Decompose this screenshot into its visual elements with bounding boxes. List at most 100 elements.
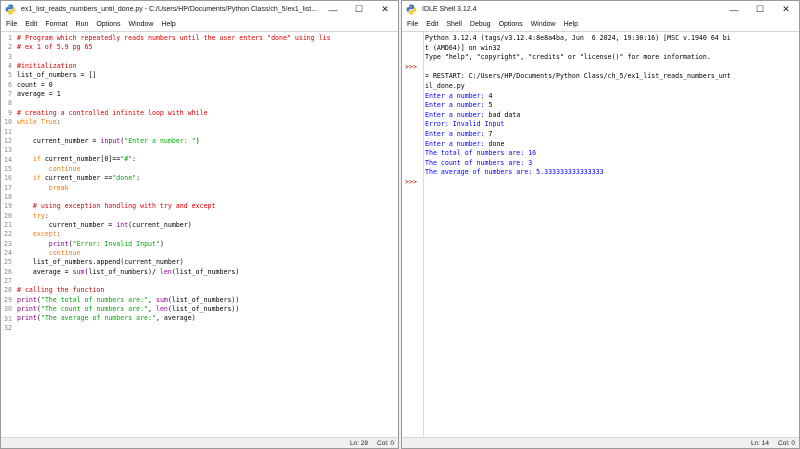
code-line: break	[17, 184, 398, 193]
code-token: :	[56, 230, 61, 239]
minimize-button[interactable]: —	[320, 1, 346, 18]
menu-run[interactable]: Run	[76, 21, 89, 28]
code-token: )	[195, 136, 200, 145]
close-button[interactable]: ✕	[372, 1, 398, 18]
shell-line: = RESTART: C:/Users/HP/Documents/Python …	[425, 72, 799, 82]
code-token: len	[159, 267, 172, 276]
code-line: print("The count of numbers are:", len(l…	[17, 305, 398, 314]
code-token: Enter a number:	[425, 101, 489, 110]
code-line: current_number = input("Enter a number: …	[17, 137, 398, 146]
shell-title: IDLE Shell 3.12.4	[422, 6, 477, 13]
shell-prompt: >>>	[405, 178, 417, 186]
code-token: The count of numbers are: 3	[425, 158, 533, 167]
shell-window[interactable]: IDLE Shell 3.12.4 — ☐ ✕ File Edit Shell …	[401, 0, 800, 449]
code-token: "The count of numbers are:"	[40, 304, 149, 313]
code-line: # Program which repeatedly reads numbers…	[17, 34, 398, 43]
code-token: (list_of_numbers)	[171, 267, 240, 276]
shell-line: t (AMD64)] on win32	[425, 44, 799, 54]
line-number: 31	[4, 314, 12, 323]
menu-window[interactable]: Window	[531, 21, 556, 28]
close-button[interactable]: ✕	[773, 1, 799, 18]
line-number: 18	[4, 192, 12, 201]
code-token: t (AMD64)] on win32	[425, 43, 501, 52]
maximize-button[interactable]: ☐	[346, 1, 372, 18]
code-token: Enter a number:	[425, 139, 489, 148]
menu-help[interactable]: Help	[161, 21, 175, 28]
code-token: int	[116, 220, 129, 229]
code-token: , average)	[155, 314, 196, 323]
code-token: print	[17, 304, 37, 313]
line-number: 5	[8, 71, 12, 80]
code-token: average = 1	[17, 90, 61, 99]
line-number: 3	[8, 52, 12, 61]
menu-help[interactable]: Help	[564, 21, 578, 28]
editor-window[interactable]: ex1_list_reads_numbers_until_done.py - C…	[0, 0, 399, 449]
minimize-button[interactable]: —	[721, 1, 747, 18]
code-line: if current_number[0]=="#":	[17, 155, 398, 164]
code-token: count = 0	[17, 80, 53, 89]
line-number: 28	[4, 286, 12, 295]
code-token: )	[159, 239, 164, 248]
line-number: 12	[4, 136, 12, 145]
code-token: current_number =	[17, 220, 117, 229]
code-token: :	[132, 155, 137, 164]
shell-titlebar[interactable]: IDLE Shell 3.12.4 — ☐ ✕	[402, 1, 799, 18]
code-token: "done"	[112, 174, 137, 183]
code-token: "Error: Invalid Input"	[72, 239, 160, 248]
line-number: 8	[8, 99, 12, 108]
maximize-button[interactable]: ☐	[747, 1, 773, 18]
menu-window[interactable]: Window	[128, 21, 153, 28]
code-line: print("Error: Invalid Input")	[17, 240, 398, 249]
code-token: True	[40, 118, 57, 127]
line-number-gutter: 1 2 3 4 5 6 7 8 9 10 11 12 13 14 15 16 17 18 19 20 21 22 23 24 2…	[1, 32, 14, 437]
menu-options[interactable]: Options	[499, 21, 523, 28]
prompt-gutter: >>> >>>	[402, 32, 424, 437]
line-number: 23	[4, 239, 12, 248]
editor-content[interactable]: 1 2 3 4 5 6 7 8 9 10 11 12 13 14 15 16 17 18 19 20 21 22 23 24 2…	[1, 31, 398, 437]
code-token: while	[17, 118, 37, 127]
code-token: print	[48, 239, 69, 248]
code-token: Enter a number:	[425, 129, 489, 138]
code-token: Type "help", "copyright", "credits" or "…	[425, 53, 711, 62]
editor-statusbar: Ln: 28 Col: 0	[1, 437, 398, 448]
line-number: 19	[4, 202, 12, 211]
python-file-icon	[5, 4, 16, 15]
code-token: "The total of numbers are:"	[40, 295, 149, 304]
shell-line: The count of numbers are: 3	[425, 159, 799, 169]
code-token: 7	[488, 129, 493, 138]
code-editor[interactable]: # Program which repeatedly reads numbers…	[17, 34, 398, 333]
shell-output[interactable]: Python 3.12.4 (tags/v3.12.4:8e8a4ba, Jun…	[425, 34, 799, 188]
line-number: 11	[4, 127, 12, 136]
menu-edit[interactable]: Edit	[25, 21, 37, 28]
menu-format[interactable]: Format	[45, 21, 67, 28]
menu-shell[interactable]: Shell	[446, 21, 462, 28]
code-token: Error: Invalid Input	[425, 120, 505, 129]
menu-file[interactable]: File	[6, 21, 17, 28]
line-number: 14	[4, 155, 12, 164]
editor-title: ex1_list_reads_numbers_until_done.py - C…	[21, 6, 320, 13]
editor-titlebar[interactable]: ex1_list_reads_numbers_until_done.py - C…	[1, 1, 398, 18]
cursor-line: Ln: 14	[750, 439, 770, 447]
menu-options[interactable]: Options	[96, 21, 120, 28]
menu-edit[interactable]: Edit	[426, 21, 438, 28]
shell-line: il_done.py	[425, 82, 799, 92]
cursor-line: Ln: 28	[349, 439, 369, 447]
code-token: "The average of numbers are:"	[40, 314, 156, 323]
shell-line: Enter a number: 7	[425, 130, 799, 140]
line-number: 24	[4, 249, 12, 258]
menu-file[interactable]: File	[407, 21, 418, 28]
code-line: list_of_numbers = []	[17, 71, 398, 80]
code-token: Enter a number:	[425, 91, 489, 100]
code-token: input	[100, 136, 121, 145]
code-line: # calling the function	[17, 286, 398, 295]
code-token: # calling the function	[17, 286, 105, 295]
shell-line: Error: Invalid Input	[425, 120, 799, 130]
menu-debug[interactable]: Debug	[470, 21, 491, 28]
code-token: = RESTART: C:/Users/HP/Documents/Python …	[425, 72, 731, 81]
shell-content[interactable]: >>> >>> Python 3.12.4 (tags/v3.12.4:8e8a…	[402, 31, 799, 437]
